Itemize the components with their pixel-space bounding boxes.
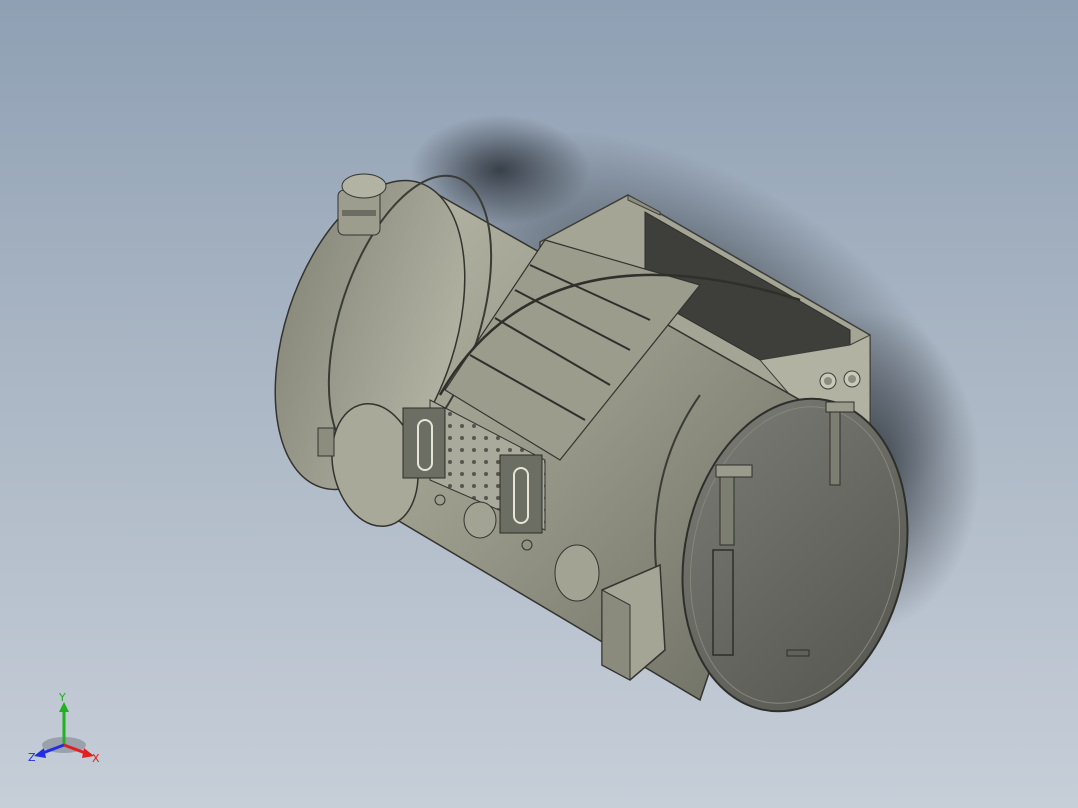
graphics-viewport[interactable]: Y X Z: [0, 0, 1078, 808]
motor[interactable]: [337, 173, 387, 236]
triad-graphic: Y X Z: [28, 691, 100, 765]
x-axis-label: X: [92, 752, 100, 765]
z-axis-label: Z: [28, 751, 36, 764]
view-triad[interactable]: Y X Z: [22, 690, 112, 770]
model-view[interactable]: [0, 0, 1078, 808]
y-axis-label: Y: [58, 691, 66, 704]
